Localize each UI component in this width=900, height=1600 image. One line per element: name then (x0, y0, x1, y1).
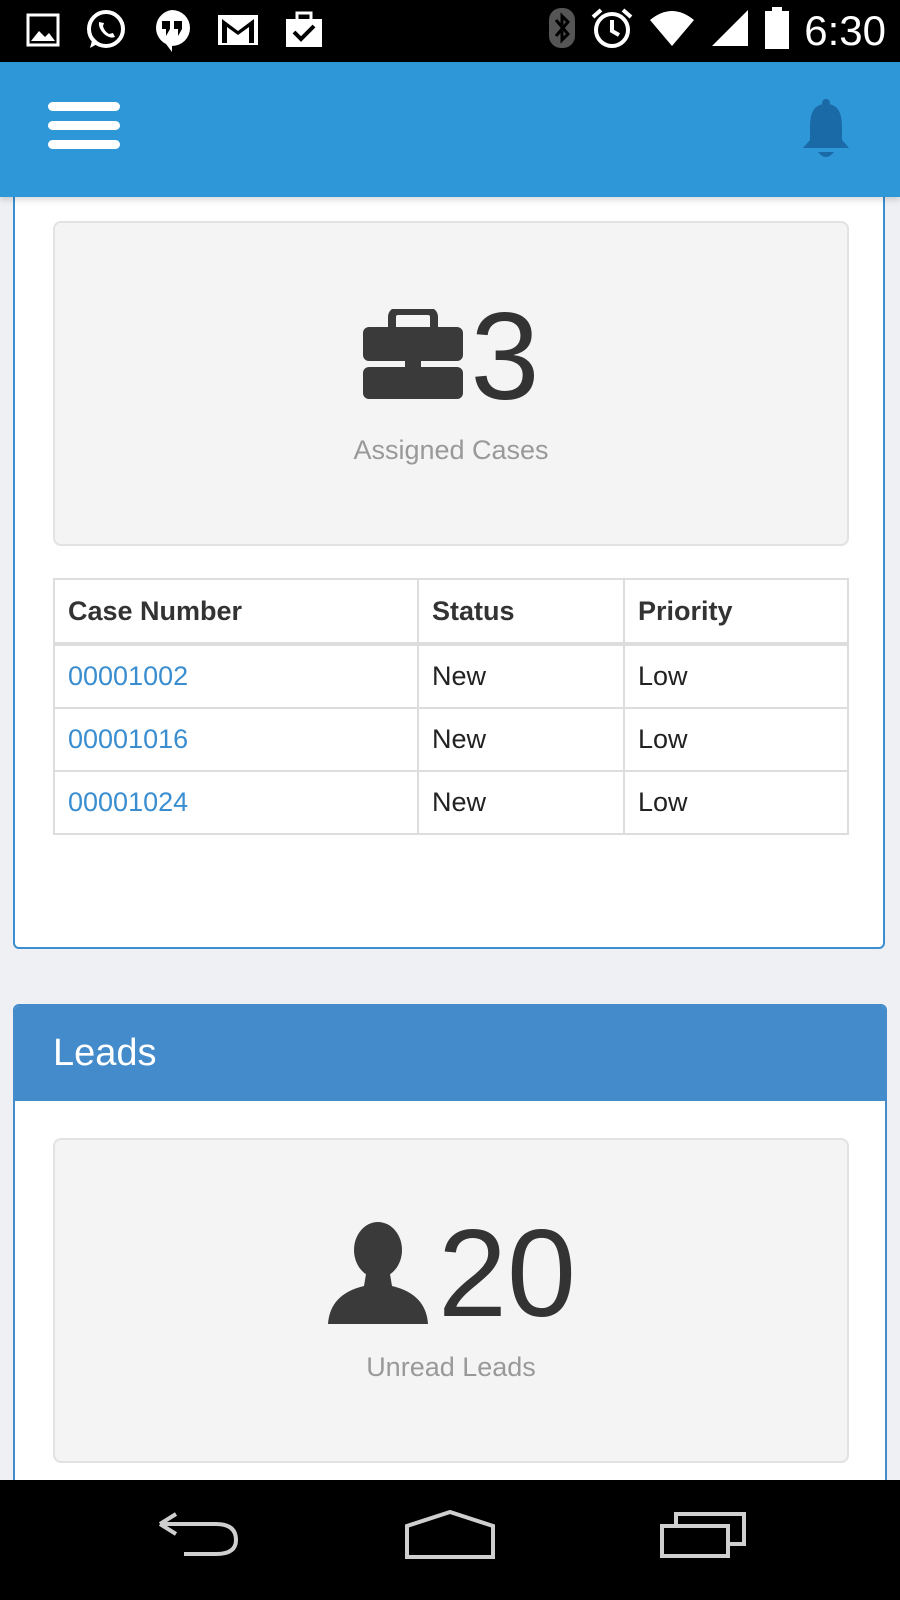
column-header-status[interactable]: Status (417, 578, 625, 646)
case-priority: Low (623, 707, 849, 772)
assigned-cases-label: Assigned Cases (353, 435, 549, 465)
gmail-icon (216, 13, 260, 52)
image-icon (26, 13, 60, 52)
bell-icon[interactable] (800, 98, 852, 162)
notification-icons (26, 8, 324, 57)
recent-apps-icon[interactable] (660, 1510, 746, 1563)
case-number-link[interactable]: 00001024 (53, 770, 419, 835)
back-icon[interactable] (156, 1510, 240, 1563)
hangouts-icon (152, 8, 192, 57)
leads-panel-header: Leads (15, 1006, 885, 1101)
case-priority: Low (623, 643, 849, 709)
cases-table: Case Number Status Priority 00001002 New… (53, 578, 849, 835)
unread-leads-count-row: 20 (55, 1212, 847, 1336)
case-number-link[interactable]: 00001002 (53, 643, 419, 709)
unread-leads-label: Unread Leads (366, 1352, 536, 1382)
whatsapp-icon (84, 8, 128, 57)
column-header-priority[interactable]: Priority (623, 578, 849, 646)
android-nav-bar (0, 1480, 900, 1600)
wifi-icon (648, 8, 696, 53)
hamburger-menu-icon[interactable] (48, 102, 120, 154)
briefcase-icon (362, 306, 463, 406)
bluetooth-icon (548, 6, 576, 55)
battery-icon (764, 6, 790, 55)
cell-signal-icon (710, 8, 750, 53)
assigned-cases-stat[interactable]: 3 Assigned Cases (53, 221, 849, 546)
leads-panel-title: Leads (53, 1032, 157, 1074)
table-row: 00001016 New Low (53, 707, 849, 772)
table-row: 00001002 New Low (53, 643, 849, 709)
case-status: New (417, 707, 625, 772)
table-header-row: Case Number Status Priority (53, 578, 849, 646)
app-bar (0, 62, 900, 197)
system-icons: 6:30 (548, 6, 886, 55)
table-row: 00001024 New Low (53, 770, 849, 835)
cases-panel: 3 Assigned Cases Case Number Status Prio… (13, 197, 885, 949)
home-icon[interactable] (404, 1509, 496, 1565)
status-clock: 6:30 (804, 6, 886, 54)
tasks-icon (284, 11, 324, 54)
leads-panel: Leads 20 Unread Leads (13, 1004, 887, 1480)
dashboard-content[interactable]: 3 Assigned Cases Case Number Status Prio… (0, 197, 900, 1480)
status-bar: 6:30 (0, 0, 900, 62)
unread-leads-count: 20 (438, 1205, 576, 1343)
case-number-link[interactable]: 00001016 (53, 707, 419, 772)
unread-leads-stat[interactable]: 20 Unread Leads (53, 1138, 849, 1463)
case-status: New (417, 643, 625, 709)
assigned-cases-count: 3 (470, 288, 540, 426)
case-status: New (417, 770, 625, 835)
user-icon (326, 1220, 430, 1329)
column-header-case-number[interactable]: Case Number (53, 578, 419, 646)
alarm-icon (590, 6, 634, 55)
case-priority: Low (623, 770, 849, 835)
assigned-cases-count-row: 3 (55, 295, 847, 419)
